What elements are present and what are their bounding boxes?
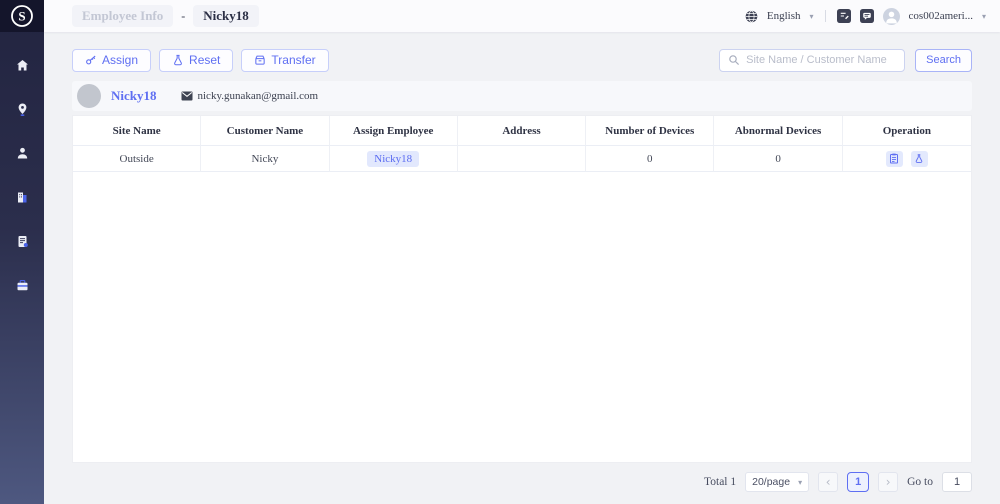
language-selector[interactable]: English	[767, 10, 801, 22]
cell-customer-name: Nicky	[201, 146, 329, 172]
document-icon	[15, 234, 30, 249]
pagination-total: Total 1	[704, 476, 736, 488]
audit-log-icon[interactable]	[837, 9, 851, 23]
action-buttons: Assign Reset Transfer	[72, 49, 329, 72]
assign-button-label: Assign	[102, 53, 138, 67]
sidebar-item-home[interactable]	[8, 54, 36, 76]
main-content: Assign Reset Transfer	[44, 32, 1000, 504]
topbar-actions: English ▾ cos002ameri... ▾	[745, 8, 986, 25]
goto-page-input[interactable]	[942, 472, 972, 492]
col-customer-name: Customer Name	[201, 116, 329, 146]
globe-icon	[745, 10, 758, 23]
table-header-row: Site Name Customer Name Assign Employee …	[73, 116, 971, 146]
pagination: Total 1 20/page ▾ ‹ 1 › Go to	[72, 472, 972, 492]
breadcrumb-section[interactable]: Employee Info	[72, 5, 173, 27]
svg-text:S: S	[18, 9, 25, 24]
building-icon	[15, 190, 30, 205]
user-icon	[15, 146, 30, 161]
avatar-person-icon	[883, 8, 900, 25]
cell-address	[458, 146, 586, 172]
language-caret-icon[interactable]: ▾	[810, 12, 814, 21]
search-box	[719, 49, 905, 72]
home-icon	[15, 58, 30, 73]
location-icon	[15, 102, 30, 117]
app-logo[interactable]: S	[0, 0, 44, 32]
reset-button[interactable]: Reset	[159, 49, 233, 72]
cell-abnormal-devices: 0	[714, 146, 842, 172]
assign-employee-tag[interactable]: Nicky18	[367, 151, 419, 167]
page-size-value: 20/page	[752, 476, 790, 488]
col-site-name: Site Name	[73, 116, 201, 146]
clipboard-icon	[889, 153, 899, 164]
col-assign-employee: Assign Employee	[330, 116, 458, 146]
sidebar-item-records[interactable]	[8, 230, 36, 252]
transfer-button[interactable]: Transfer	[241, 49, 328, 72]
employee-email: nicky.gunakan@gmail.com	[181, 90, 319, 102]
logo-icon: S	[10, 4, 34, 28]
account-avatar[interactable]	[883, 8, 900, 25]
cell-number-of-devices: 0	[586, 146, 714, 172]
account-name[interactable]: cos002ameri...	[909, 10, 973, 22]
employee-table: Site Name Customer Name Assign Employee …	[72, 115, 972, 463]
flask-icon	[914, 153, 924, 164]
prev-page-button[interactable]: ‹	[818, 472, 838, 492]
employee-avatar	[77, 84, 101, 108]
sidebar: S	[0, 0, 44, 504]
topbar: Employee Info - Nicky18 English ▾	[44, 0, 1000, 32]
message-icon[interactable]	[860, 9, 874, 23]
assign-icon	[85, 54, 97, 66]
cell-operation	[843, 146, 971, 172]
transfer-box-icon	[254, 54, 266, 66]
search-input[interactable]	[746, 54, 896, 66]
envelope-icon	[181, 91, 193, 101]
sidebar-item-sites[interactable]	[8, 186, 36, 208]
toolbox-icon	[15, 278, 30, 293]
cell-assign-employee: Nicky18	[330, 146, 458, 172]
col-abnormal-devices: Abnormal Devices	[714, 116, 842, 146]
reset-button-label: Reset	[189, 53, 220, 67]
page-size-select[interactable]: 20/page ▾	[745, 472, 809, 492]
operation-reset-button[interactable]	[911, 151, 928, 167]
assign-button[interactable]: Assign	[72, 49, 151, 72]
sidebar-nav	[0, 32, 44, 296]
cell-site-name: Outside	[73, 146, 201, 172]
breadcrumb-separator: -	[181, 9, 185, 24]
employee-name[interactable]: Nicky18	[111, 88, 157, 104]
transfer-button-label: Transfer	[271, 53, 315, 67]
sidebar-item-toolbox[interactable]	[8, 274, 36, 296]
current-page-button[interactable]: 1	[847, 472, 869, 492]
search-icon	[728, 54, 740, 66]
reset-flask-icon	[172, 54, 184, 66]
goto-label: Go to	[907, 476, 933, 488]
search-area: Search	[719, 49, 972, 72]
col-address: Address	[458, 116, 586, 146]
page-size-caret-icon: ▾	[798, 478, 802, 487]
col-number-of-devices: Number of Devices	[586, 116, 714, 146]
toolbar: Assign Reset Transfer	[72, 48, 972, 72]
next-page-button[interactable]: ›	[878, 472, 898, 492]
search-button[interactable]: Search	[915, 49, 972, 72]
employee-summary: Nicky18 nicky.gunakan@gmail.com	[72, 81, 972, 111]
operation-device-list-button[interactable]	[886, 151, 903, 167]
breadcrumb: Employee Info - Nicky18	[72, 5, 259, 27]
col-operation: Operation	[843, 116, 971, 146]
table-row: Outside Nicky Nicky18 0 0	[73, 146, 971, 172]
sidebar-item-location[interactable]	[8, 98, 36, 120]
employee-email-text: nicky.gunakan@gmail.com	[198, 90, 319, 102]
account-caret-icon[interactable]: ▾	[982, 12, 986, 21]
breadcrumb-page: Nicky18	[193, 5, 259, 27]
topbar-divider	[825, 10, 826, 22]
sidebar-item-employees[interactable]	[8, 142, 36, 164]
